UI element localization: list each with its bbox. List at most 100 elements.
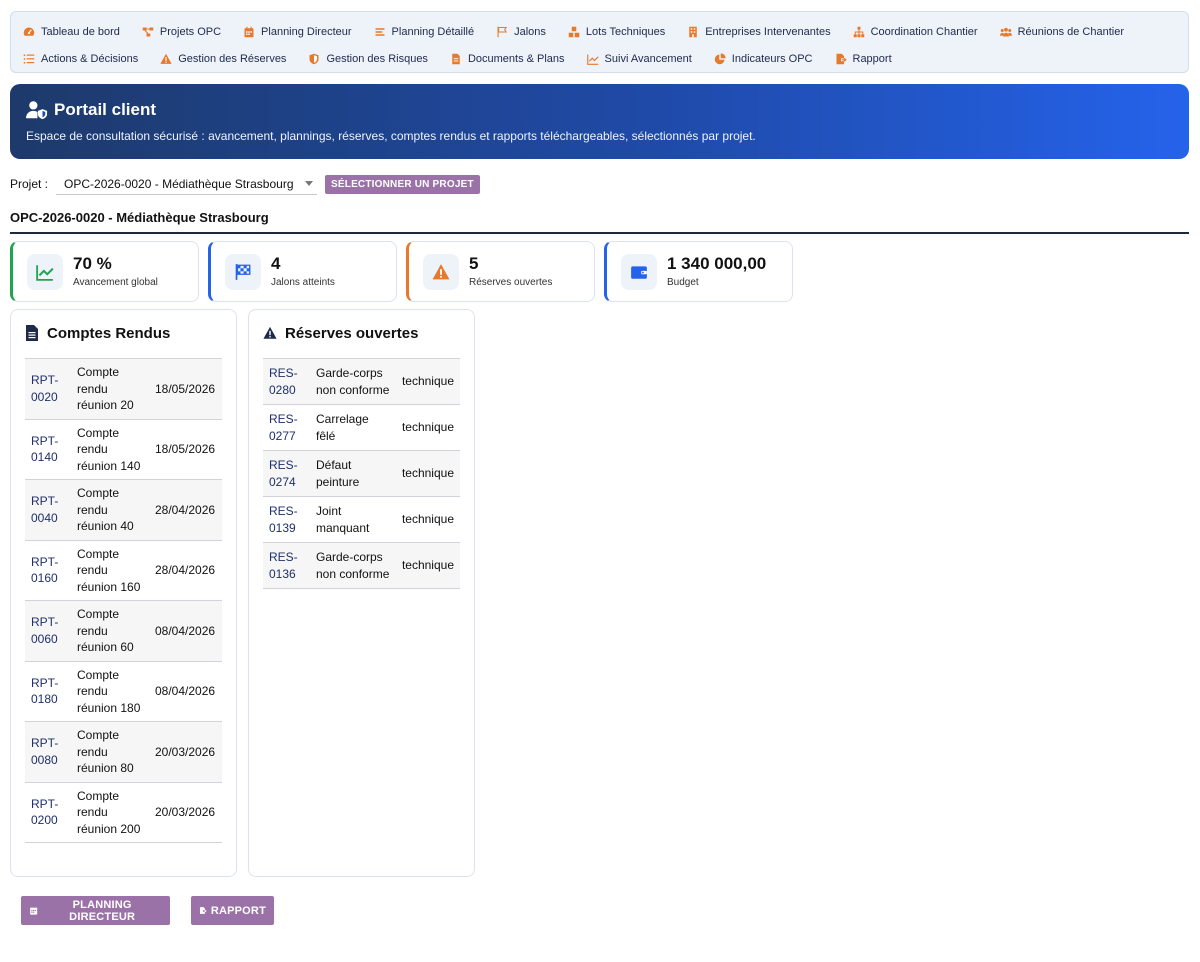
button-label: PLANNING DIRECTEUR bbox=[69, 898, 136, 923]
warning-icon bbox=[432, 263, 450, 279]
table-row[interactable]: RPT-0160 Compte rendu réunion 160 28/04/20… bbox=[25, 540, 222, 601]
kpi-value: 1 340 000,00 bbox=[667, 254, 767, 274]
file-alt-icon bbox=[26, 325, 38, 341]
select-project-button[interactable]: SÉLECTIONNER UN PROJET bbox=[325, 174, 480, 194]
table-row[interactable]: RES-0136 Garde-corps non conforme techniqu… bbox=[263, 542, 460, 589]
banner-title-row: Portail client bbox=[26, 100, 1173, 120]
planning-directeur-button[interactable]: PLANNING DIRECTEUR bbox=[21, 896, 170, 925]
nav-label: Documents & Plans bbox=[467, 52, 565, 65]
nav-item-tableau-de-bord[interactable]: Tableau de bord bbox=[23, 26, 120, 38]
reserve-code[interactable]: RES-0277 bbox=[263, 405, 310, 451]
kpi-value: 70 % bbox=[73, 254, 112, 274]
nav-item-projets-opc[interactable]: Projets OPC bbox=[142, 26, 221, 38]
kpi-label: Réserves ouvertes bbox=[469, 276, 553, 288]
nav-label: Coordination Chantier bbox=[870, 25, 978, 38]
reserves-panel: Réserves ouvertes RES-0280 Garde-corps no… bbox=[248, 309, 475, 877]
report-date: 18/05/2026 bbox=[155, 381, 216, 396]
nav-item-planning-detaille[interactable]: Planning Détaillé bbox=[374, 25, 475, 38]
file-export-icon bbox=[199, 907, 207, 914]
reserve-code[interactable]: RES-0139 bbox=[263, 497, 310, 543]
report-title: Compte rendu réunion 160 bbox=[77, 546, 141, 594]
table-row[interactable]: RPT-0040 Compte rendu réunion 40 28/04/202… bbox=[25, 479, 222, 541]
nav-item-gestion-des-risques[interactable]: Gestion des Risques bbox=[308, 53, 428, 65]
kpi-icon-box bbox=[225, 253, 261, 290]
report-code[interactable]: RPT-0060 bbox=[25, 601, 71, 662]
report-code[interactable]: RPT-0040 bbox=[25, 480, 71, 541]
reserve-code[interactable]: RES-0280 bbox=[263, 359, 310, 405]
users-icon bbox=[999, 27, 1012, 36]
nav-item-actions-decisions[interactable]: Actions & Décisions bbox=[23, 53, 138, 65]
report-date: 28/04/2026 bbox=[155, 502, 216, 517]
chevron-down-icon bbox=[305, 181, 314, 186]
reserve-type: technique bbox=[401, 466, 454, 481]
table-row[interactable]: RPT-0180 Compte rendu réunion 180 08/04/20… bbox=[25, 661, 222, 722]
kpi-card-reserves: 5 Réserves ouvertes bbox=[406, 241, 595, 302]
nav-item-reunions-de-chantier[interactable]: Réunions de Chantier bbox=[999, 26, 1124, 38]
nav-label: Planning Directeur bbox=[261, 25, 352, 38]
table-row[interactable]: RPT-0140 Compte rendu réunion 140 18/05/20… bbox=[25, 419, 222, 480]
report-date: 08/04/2026 bbox=[155, 623, 216, 638]
reserve-code[interactable]: RES-0274 bbox=[263, 451, 310, 497]
nav-item-coordination-chantier[interactable]: Coordination Chantier bbox=[853, 26, 978, 38]
table-row[interactable]: RES-0139 Joint manquant technique bbox=[263, 496, 460, 543]
reserve-type: technique bbox=[401, 420, 454, 435]
table-row[interactable]: RPT-0020 Compte rendu réunion 20 18/05/202… bbox=[25, 358, 222, 420]
table-row[interactable]: RPT-0060 Compte rendu réunion 60 08/04/202… bbox=[25, 600, 222, 662]
nav-item-planning-directeur[interactable]: Planning Directeur bbox=[243, 26, 352, 38]
kpi-icon-box bbox=[621, 253, 657, 290]
table-row[interactable]: RPT-0200 Compte rendu réunion 200 20/03/20… bbox=[25, 782, 222, 843]
report-code[interactable]: RPT-0080 bbox=[25, 722, 71, 783]
nav-label: Planning Détaillé bbox=[391, 25, 475, 38]
nav-item-gestion-des-reserves[interactable]: Gestion des Réserves bbox=[160, 53, 286, 65]
reserves-table: RES-0280 Garde-corps non conforme techniqu… bbox=[263, 358, 460, 589]
nav-item-indicateurs-opc[interactable]: Indicateurs OPC bbox=[714, 53, 813, 65]
project-heading: OPC-2026-0020 - Médiathèque Strasbourg bbox=[10, 210, 1189, 234]
comptes-rendus-table: RPT-0020 Compte rendu réunion 20 18/05/202… bbox=[25, 358, 222, 843]
cubes-icon bbox=[568, 26, 580, 37]
file-export-icon bbox=[836, 53, 847, 64]
reserve-title: Garde-corps non conforme bbox=[315, 550, 390, 581]
report-code[interactable]: RPT-0140 bbox=[25, 419, 71, 480]
report-title: Compte rendu réunion 80 bbox=[77, 728, 134, 775]
project-label: Projet : bbox=[10, 177, 49, 191]
flag-icon bbox=[497, 26, 508, 37]
report-title: Compte rendu réunion 140 bbox=[77, 425, 141, 473]
kpi-card-jalons: 4 Jalons atteints bbox=[208, 241, 397, 302]
panel-title-row: Réserves ouvertes bbox=[263, 324, 460, 342]
project-select[interactable]: OPC-2026-0020 - Médiathèque Strasbourg bbox=[56, 173, 318, 195]
rapport-button[interactable]: RAPPORT bbox=[191, 896, 274, 925]
report-code[interactable]: RPT-0160 bbox=[25, 540, 71, 601]
nav-item-lots-techniques[interactable]: Lots Techniques bbox=[568, 26, 665, 38]
flag-checkered-icon bbox=[235, 263, 251, 280]
table-row[interactable]: RES-0280 Garde-corps non conforme techniqu… bbox=[263, 358, 460, 405]
report-title: Compte rendu réunion 180 bbox=[77, 667, 141, 715]
nav-item-jalons[interactable]: Jalons bbox=[496, 26, 546, 38]
project-select-value: OPC-2026-0020 - Médiathèque Strasbourg bbox=[64, 176, 294, 191]
nav-item-rapport[interactable]: Rapport bbox=[835, 53, 892, 65]
project-diagram-icon bbox=[142, 27, 154, 36]
table-row[interactable]: RES-0274 Défaut peinture technique bbox=[263, 450, 460, 497]
kpi-card-avancement: 70 % Avancement global bbox=[10, 241, 199, 302]
reserve-title: Défaut peinture bbox=[315, 458, 360, 489]
kpi-value: 5 bbox=[469, 254, 479, 274]
reserve-code[interactable]: RES-0136 bbox=[263, 543, 310, 589]
report-title: Compte rendu réunion 40 bbox=[77, 486, 134, 533]
gauge-icon bbox=[23, 27, 35, 36]
report-code[interactable]: RPT-0180 bbox=[25, 661, 71, 722]
nav-item-entreprises-intervenantes[interactable]: Entreprises Intervenantes bbox=[687, 25, 831, 38]
report-code[interactable]: RPT-0020 bbox=[25, 359, 71, 420]
nav-label: Tableau de bord bbox=[41, 25, 120, 38]
nav-label: Entreprises Intervenantes bbox=[705, 25, 831, 38]
table-row[interactable]: RES-0277 Carrelage fêlé technique bbox=[263, 404, 460, 451]
panel-title: Comptes Rendus bbox=[47, 324, 171, 342]
table-row[interactable]: RPT-0080 Compte rendu réunion 80 20/03/202… bbox=[25, 721, 222, 783]
comptes-rendus-panel: Comptes Rendus RPT-0020 Compte rendu réun… bbox=[10, 309, 237, 877]
nav-label: Gestion des Réserves bbox=[178, 52, 287, 65]
nav-item-documents-plans[interactable]: Documents & Plans bbox=[450, 53, 565, 65]
report-code[interactable]: RPT-0200 bbox=[25, 782, 71, 843]
portal-banner: Portail client Espace de consultation sé… bbox=[10, 84, 1189, 159]
report-title: Compte rendu réunion 200 bbox=[77, 788, 141, 836]
nav-item-suivi-avancement[interactable]: Suivi Avancement bbox=[586, 53, 692, 65]
kpi-label: Jalons atteints bbox=[271, 276, 335, 288]
kpi-card-budget: 1 340 000,00 Budget bbox=[604, 241, 793, 302]
